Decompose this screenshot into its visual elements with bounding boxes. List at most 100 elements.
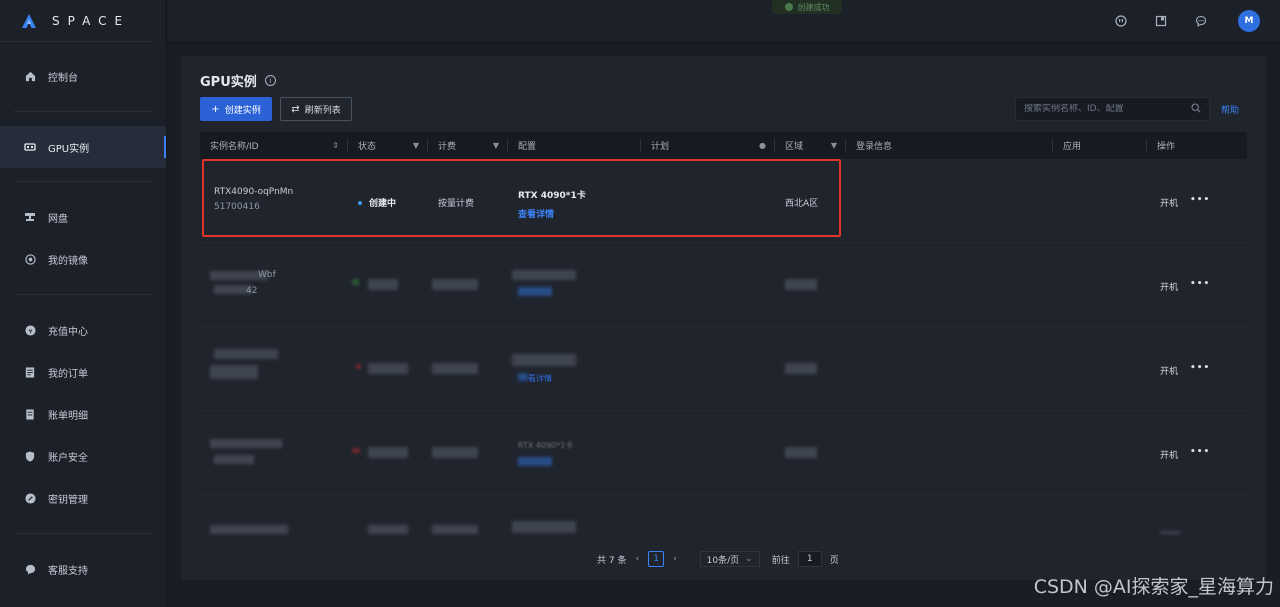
nav-group-console: 控制台 (14, 42, 152, 112)
filter-icon[interactable]: ▼ (413, 141, 419, 150)
blurred-link (518, 287, 552, 296)
refresh-list-button[interactable]: ⇄ 刷新列表 (280, 97, 352, 121)
instance-name[interactable]: RTX4090-oqPnMn (214, 187, 293, 197)
sidebar-item-recharge[interactable]: ¥ 充值中心 (0, 309, 166, 351)
blurred-status-dot (356, 364, 361, 369)
blurred-text (368, 363, 408, 374)
sort-icon[interactable]: ⇕ (332, 141, 339, 150)
help-link[interactable]: 帮助 (1221, 103, 1239, 116)
blurred-status-dot (352, 279, 359, 285)
nav-divider (14, 168, 152, 182)
column-header-login-info: 登录信息 (846, 132, 1052, 159)
blurred-text (210, 525, 288, 534)
column-label: 登录信息 (856, 142, 893, 152)
prev-page-icon[interactable]: ‹ (635, 554, 639, 564)
more-actions-button[interactable]: ••• (1190, 363, 1210, 373)
table-row (200, 495, 1247, 535)
blurred-text (512, 354, 576, 366)
sidebar-item-support[interactable]: 客服支持 (0, 548, 166, 590)
blurred-text (785, 279, 817, 290)
more-actions-button[interactable]: ••• (1190, 447, 1210, 457)
search-input[interactable] (1024, 104, 1191, 114)
column-header-actions: 操作 (1147, 132, 1247, 159)
view-details-fragment: 看详情 (528, 374, 552, 383)
blurred-text (210, 439, 282, 448)
column-header-status[interactable]: 状态 ▼ (348, 132, 427, 159)
column-label: 区域 (785, 142, 804, 152)
blurred-text (214, 349, 278, 359)
view-details-link[interactable]: 查看详情 (518, 207, 586, 220)
more-actions-button[interactable]: ••• (1190, 279, 1210, 289)
create-instance-button[interactable]: + 创建实例 (200, 97, 272, 121)
sidebar-item-billing[interactable]: 账单明细 (0, 393, 166, 435)
power-on-button[interactable]: 开机 (1160, 364, 1178, 377)
blurred-text (512, 521, 576, 533)
robot-icon[interactable] (1114, 14, 1128, 28)
svg-text:¥: ¥ (28, 327, 32, 335)
avatar[interactable]: M (1238, 10, 1260, 32)
power-on-button[interactable]: 开机 (1160, 196, 1178, 209)
status-cell: 创建中 (358, 196, 396, 209)
logo-text: SPACE (52, 13, 131, 28)
create-instance-label: 创建实例 (224, 105, 261, 116)
column-header-config: 配置 (508, 132, 641, 159)
table-header: 实例名称/ID ⇕ 状态 ▼ 计费 ▼ 配置 计划 ● 区域 ▼ 登录信息 应用… (200, 132, 1247, 159)
total-count: 共 7 条 (597, 555, 627, 566)
status-dot (358, 200, 362, 205)
info-icon[interactable]: i (264, 75, 276, 86)
sidebar-item-label: 我的镜像 (48, 255, 88, 267)
column-header-name[interactable]: 实例名称/ID ⇕ (200, 132, 347, 159)
instance-name-fragment: Wbf (258, 270, 276, 280)
refresh-list-label: 刷新列表 (304, 105, 341, 116)
sidebar-item-gpu-instance[interactable]: GPU实例 (0, 126, 166, 168)
table-row: Wbf 42 开机 ••• (200, 243, 1247, 327)
sidebar-item-label: 客服支持 (48, 565, 88, 577)
table-row: RTX4090-oqPnMn 51700416 创建中 按量计费 RTX 409… (200, 159, 1247, 243)
column-header-billing[interactable]: 计费 ▼ (428, 132, 507, 159)
sidebar-item-key-management[interactable]: 密钥管理 (0, 477, 166, 519)
pagination: 共 7 条 ‹ 1 › 10条/页 ⌄ 前往 1 页 (597, 551, 839, 567)
sidebar-item-label: 账户安全 (48, 452, 88, 464)
config-fragment: RTX 4090*1卡 (518, 441, 574, 450)
table-row: RTX 4090*1卡 开机 ••• (200, 411, 1247, 495)
page-size-select[interactable]: 10条/页 ⌄ (699, 551, 760, 567)
sidebar-item-my-images[interactable]: 我的镜像 (0, 238, 166, 280)
goto-page-input[interactable]: 1 (797, 551, 822, 567)
filter-icon[interactable]: ▼ (831, 141, 837, 150)
filter-icon[interactable]: ▼ (493, 141, 499, 150)
instance-id-fragment: 42 (246, 286, 258, 296)
plus-icon: + (211, 103, 220, 115)
config-text: RTX 4090*1卡 (518, 191, 586, 201)
column-label: 操作 (1157, 142, 1176, 152)
sidebar-item-disk[interactable]: 网盘 (0, 196, 166, 238)
sidebar-item-console[interactable]: 控制台 (0, 55, 166, 97)
page-title-text: GPU实例 (200, 75, 257, 90)
page-number-current[interactable]: 1 (648, 551, 665, 567)
key-icon (24, 492, 36, 504)
sidebar: SPACE 控制台 GPU实例 网盘 我的镜像 ¥ 充值中心 我的订单 账单明细… (0, 0, 167, 607)
config-cell: RTX 4090*1卡 查看详情 (518, 188, 586, 220)
goto-label: 前往 (771, 555, 790, 566)
toast-text: 创建成功 (797, 2, 830, 12)
column-header-app: 应用 (1053, 132, 1146, 159)
gpu-icon (24, 141, 36, 153)
search-box[interactable] (1015, 97, 1210, 121)
more-actions-button[interactable]: ••• (1190, 195, 1210, 205)
blurred-text (214, 455, 254, 464)
sidebar-item-my-orders[interactable]: 我的订单 (0, 351, 166, 393)
sidebar-item-security[interactable]: 账户安全 (0, 435, 166, 477)
book-icon[interactable] (1154, 14, 1168, 28)
logo[interactable]: SPACE (0, 0, 152, 42)
message-icon[interactable] (1194, 14, 1208, 28)
sidebar-item-label: 充值中心 (48, 326, 88, 338)
next-page-icon[interactable]: › (673, 554, 677, 564)
info-dot-icon[interactable]: ● (759, 141, 766, 150)
image-icon (24, 253, 36, 265)
column-header-region[interactable]: 区域 ▼ (775, 132, 845, 159)
power-on-button[interactable]: 开机 (1160, 280, 1178, 293)
top-icons: M (1088, 10, 1260, 32)
power-on-button[interactable]: 开机 (1160, 448, 1178, 461)
instance-name-cell: RTX4090-oqPnMn 51700416 (214, 187, 293, 212)
search-icon[interactable] (1191, 102, 1201, 116)
main-card: GPU实例 i + 创建实例 ⇄ 刷新列表 帮助 实例名称/ID ⇕ 状态 ▼ … (181, 56, 1266, 580)
